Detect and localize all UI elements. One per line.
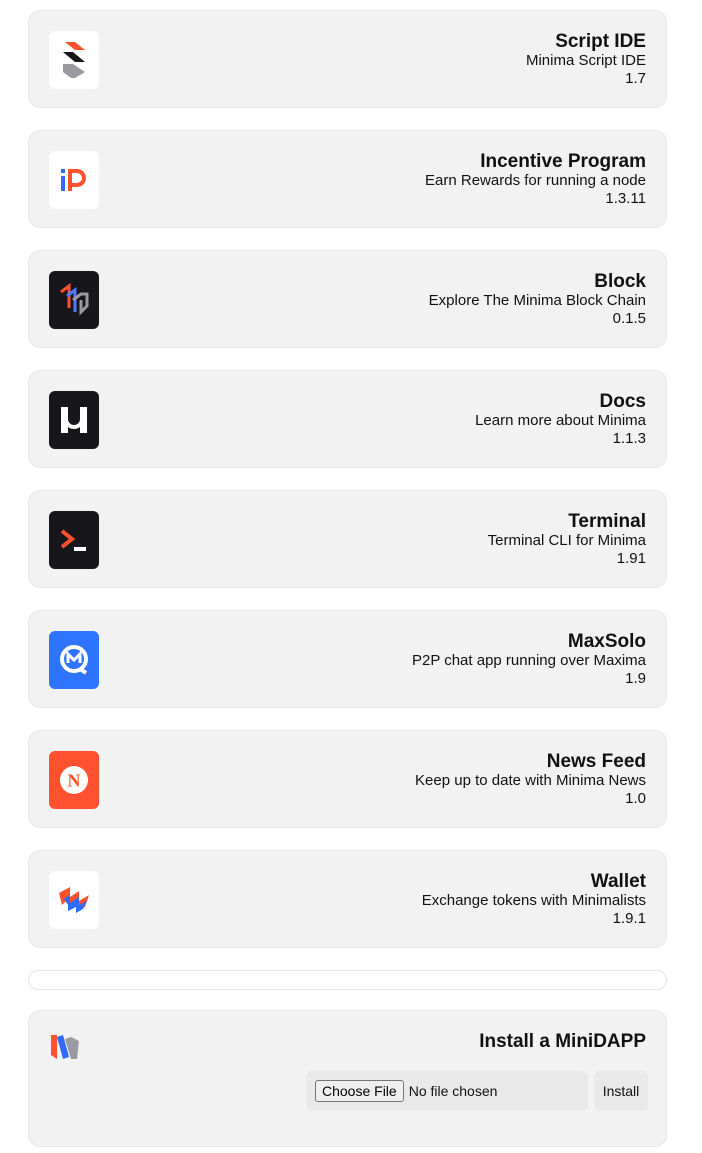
app-name: Docs (599, 391, 646, 412)
app-description: Explore The Minima Block Chain (428, 292, 646, 309)
docs-icon (49, 391, 99, 449)
app-description: Terminal CLI for Minima (487, 532, 646, 549)
app-name: MaxSolo (567, 631, 646, 652)
app-description: P2P chat app running over Maxima (411, 652, 646, 669)
app-card-incentive-program[interactable]: Incentive Program Earn Rewards for runni… (28, 130, 667, 228)
app-card-news-feed[interactable]: N News Feed Keep up to date with Minima … (28, 730, 667, 828)
block-explorer-icon (49, 271, 99, 329)
install-button[interactable]: Install (594, 1071, 648, 1111)
install-title: Install a MiniDAPP (479, 1031, 646, 1052)
app-version: 1.9.1 (612, 910, 646, 927)
choose-file-button[interactable]: Choose File (315, 1080, 404, 1102)
script-ide-icon (49, 31, 99, 89)
app-name: Block (594, 271, 646, 292)
app-version: 1.0 (625, 790, 646, 807)
maxsolo-icon (49, 631, 99, 689)
app-description: Learn more about Minima (475, 412, 646, 429)
app-description: Minima Script IDE (525, 52, 646, 69)
app-name: Wallet (590, 871, 646, 892)
minima-logo-icon (49, 1031, 81, 1061)
app-description: Earn Rewards for running a node (425, 172, 646, 189)
app-card-docs[interactable]: Docs Learn more about Minima 1.1.3 (28, 370, 667, 468)
app-name: News Feed (546, 751, 646, 772)
app-description: Keep up to date with Minima News (415, 772, 646, 789)
app-name: Terminal (568, 511, 646, 532)
news-feed-icon: N (49, 751, 99, 809)
app-version: 1.7 (625, 70, 646, 87)
file-input[interactable]: Choose File No file chosen (306, 1071, 588, 1111)
app-name: Incentive Program (480, 151, 646, 172)
install-minidapp-card: Install a MiniDAPP Choose File No file c… (28, 1010, 667, 1147)
app-card-block[interactable]: Block Explore The Minima Block Chain 0.1… (28, 250, 667, 348)
incentive-program-icon (49, 151, 99, 209)
file-status: No file chosen (408, 1083, 498, 1099)
app-card-terminal[interactable]: Terminal Terminal CLI for Minima 1.91 (28, 490, 667, 588)
empty-card (28, 970, 667, 990)
terminal-icon (49, 511, 99, 569)
app-version: 1.9 (625, 670, 646, 687)
svg-text:N: N (68, 771, 81, 791)
app-name: Script IDE (555, 31, 646, 52)
app-card-maxsolo[interactable]: MaxSolo P2P chat app running over Maxima… (28, 610, 667, 708)
app-version: 1.91 (616, 550, 646, 567)
app-version: 1.3.11 (605, 190, 646, 207)
app-description: Exchange tokens with Minimalists (421, 892, 646, 909)
app-card-script-ide[interactable]: Script IDE Minima Script IDE 1.7 (28, 10, 667, 108)
app-version: 0.1.5 (612, 310, 646, 327)
app-version: 1.1.3 (612, 430, 646, 447)
wallet-icon (49, 871, 99, 929)
app-card-wallet[interactable]: Wallet Exchange tokens with Minimalists … (28, 850, 667, 948)
